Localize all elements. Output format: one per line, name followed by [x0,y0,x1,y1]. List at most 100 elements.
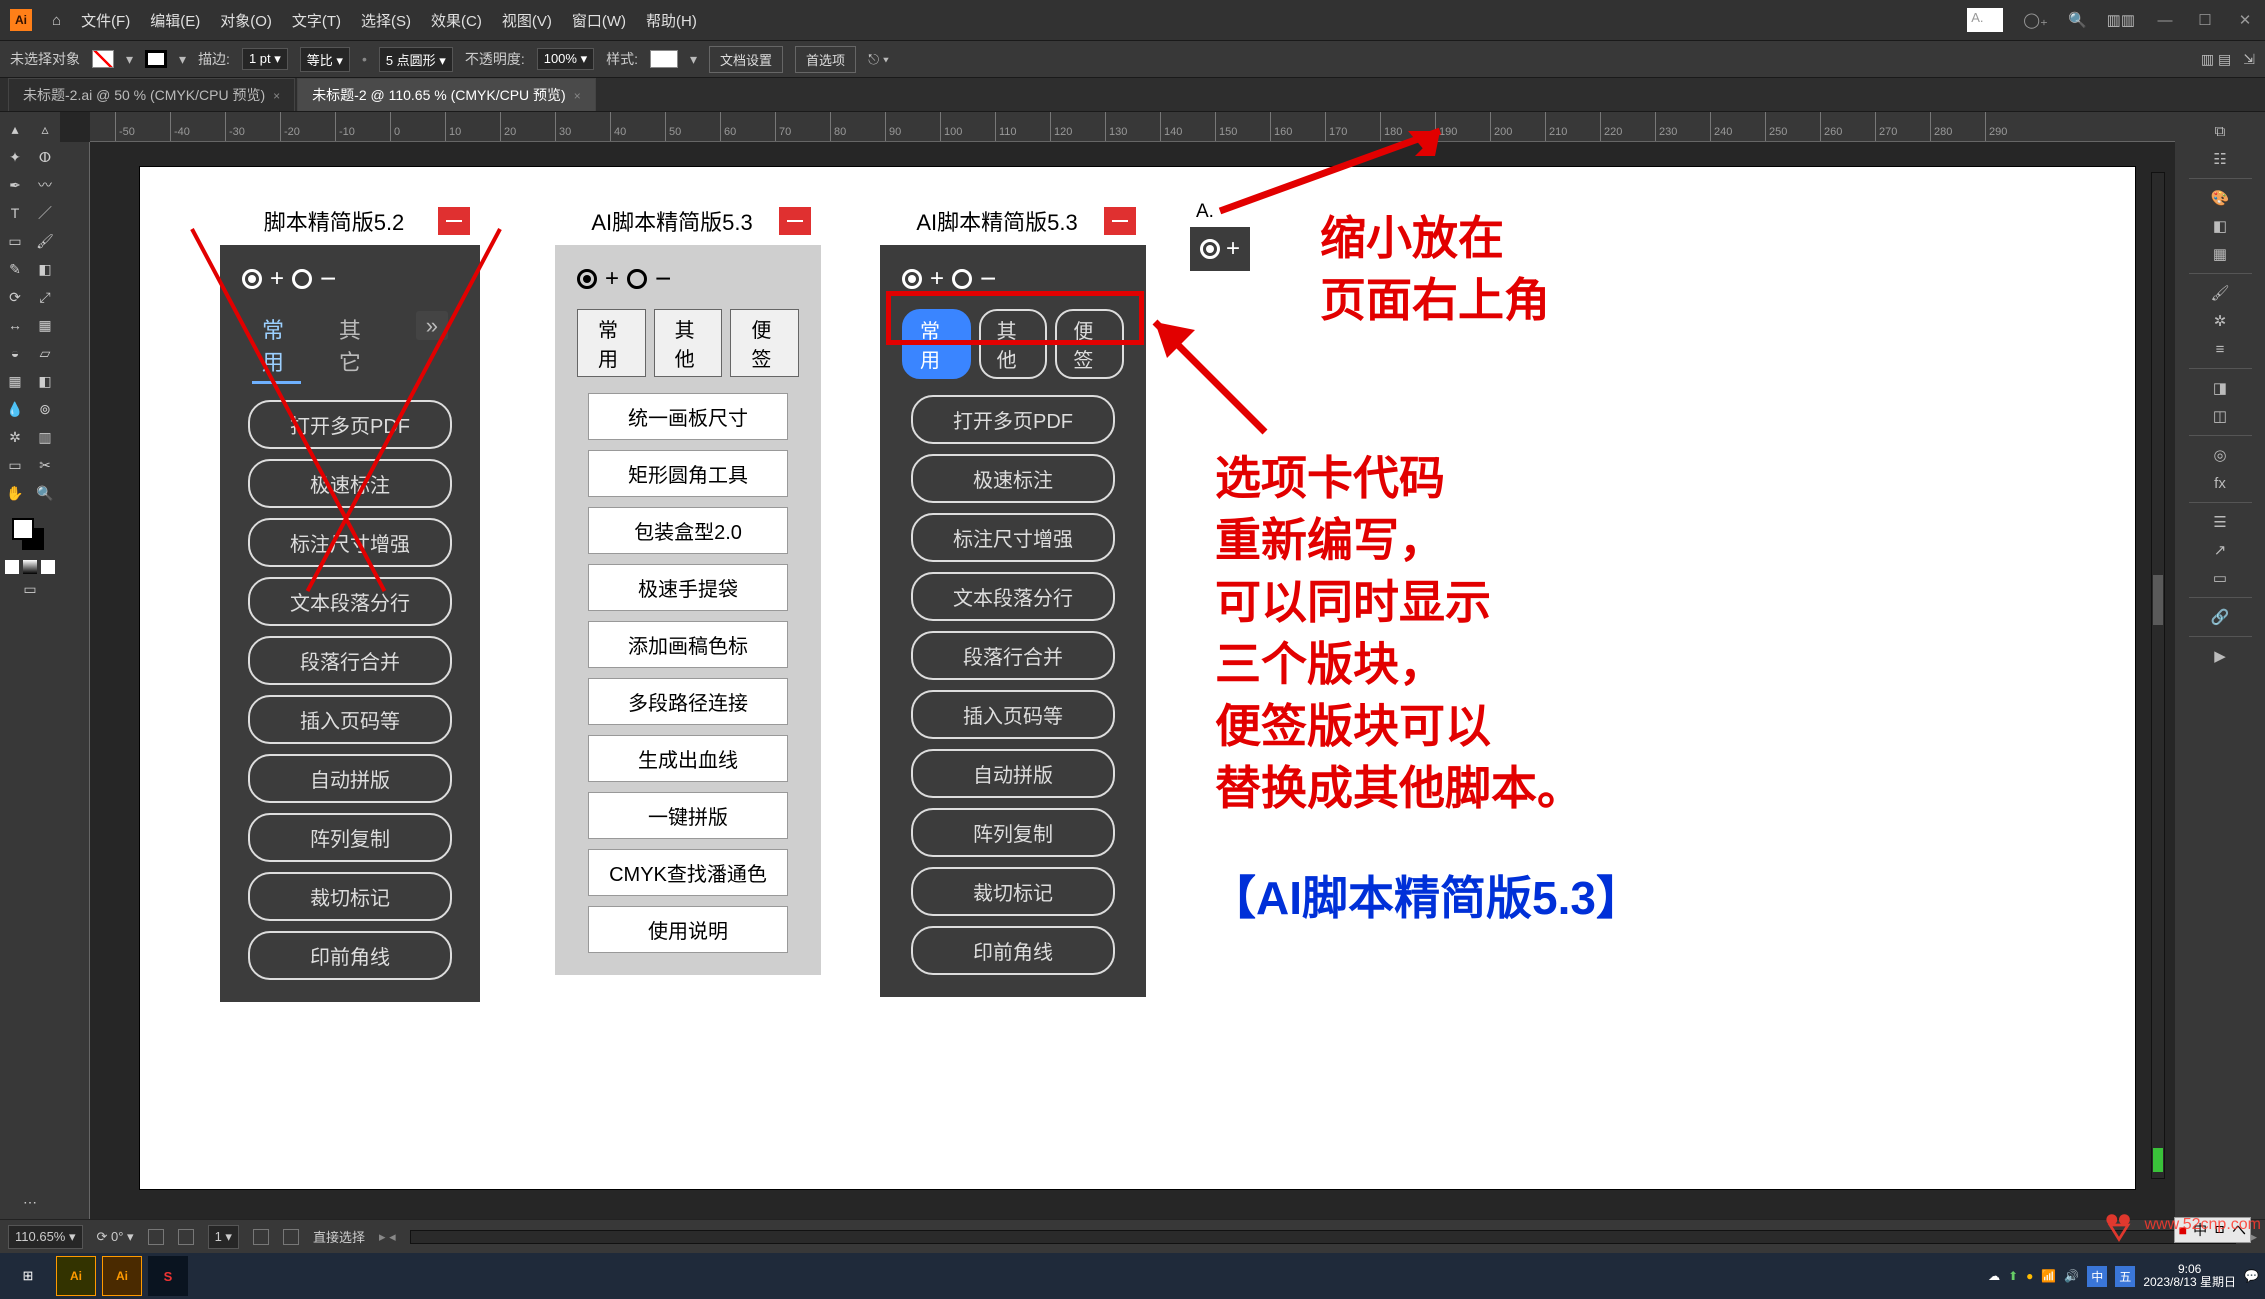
graph-tool-icon[interactable]: ▥ [32,424,58,450]
script-button[interactable]: 自动拼版 [248,754,452,803]
tab-doc-1[interactable]: 未标题-2.ai @ 50 % (CMYK/CPU 预览)× [8,78,295,111]
nav-next-icon[interactable] [253,1229,269,1245]
script-button[interactable]: 包装盒型2.0 [588,507,788,554]
direct-selection-tool-icon[interactable]: ▵ [32,116,58,142]
plus-icon[interactable]: + [270,265,284,293]
panel52-tab-common[interactable]: 常用 [252,309,301,384]
radio-icon[interactable] [627,269,647,289]
menu-select[interactable]: 选择(S) [361,10,411,31]
minimized-panel-dock[interactable]: A. [1967,8,2003,32]
panel53light-tab-other[interactable]: 其他 [654,309,723,377]
graphic-styles-icon[interactable]: fx [2206,470,2234,496]
screen-mode-icon[interactable]: ▭ [17,576,43,602]
prefs-button[interactable]: 首选项 [795,46,856,73]
blend-tool-icon[interactable]: ⊚ [32,396,58,422]
plus-icon[interactable]: + [1226,235,1240,263]
window-minimize[interactable]: — [2155,12,2175,29]
shaper-tool-icon[interactable]: ✎ [2,256,28,282]
menu-type[interactable]: 文字(T) [292,10,341,31]
plus-icon[interactable]: + [930,265,944,293]
tray-icon[interactable]: ● [2026,1269,2033,1283]
menu-edit[interactable]: 编辑(E) [150,10,200,31]
symbols-panel-icon[interactable]: ✲ [2206,308,2234,334]
brushes-panel-icon[interactable]: 🖌 [2206,280,2234,306]
minus-icon[interactable]: − [320,263,336,295]
minus-icon[interactable]: − [655,263,671,295]
stroke-swatch[interactable] [145,50,167,68]
script-button[interactable]: 极速手提袋 [588,564,788,611]
script-button[interactable]: 文本段落分行 [911,572,1115,621]
taskbar-app-ai-2[interactable]: Ai [102,1256,142,1296]
taskbar-clock[interactable]: 9:06 2023/8/13 星期日 [2143,1263,2236,1289]
slice-tool-icon[interactable]: ✂ [32,452,58,478]
style-dd-icon[interactable]: ▾ [690,51,697,68]
script-button[interactable]: 使用说明 [588,906,788,953]
script-button[interactable]: 矩形圆角工具 [588,450,788,497]
shape-builder-icon[interactable]: ◒ [2,340,28,366]
script-button[interactable]: 生成出血线 [588,735,788,782]
panel53light-tab-note[interactable]: 便签 [730,309,799,377]
line-tool-icon[interactable]: ／ [32,200,58,226]
close-button[interactable] [438,207,470,235]
curvature-tool-icon[interactable]: 〰 [32,172,58,198]
color-guide-icon[interactable]: ◧ [2206,213,2234,239]
tray-volume-icon[interactable]: 🔊 [2064,1269,2079,1283]
lasso-icon[interactable]: ⵀ [32,144,58,170]
nav-last-icon[interactable] [283,1229,299,1245]
radio-selected-icon[interactable] [577,269,597,289]
script-button[interactable]: 自动拼版 [911,749,1115,798]
script-button[interactable]: 标注尺寸增强 [911,513,1115,562]
align-icon[interactable]: ⎋ ▾ [868,51,889,68]
script-button[interactable]: 文本段落分行 [248,577,452,626]
stroke-dropdown-icon[interactable]: ▾ [179,51,186,68]
window-close[interactable]: ✕ [2235,11,2255,29]
script-button[interactable]: 段落行合并 [911,631,1115,680]
script-button[interactable]: 裁切标记 [248,872,452,921]
symbol-sprayer-icon[interactable]: ✲ [2,424,28,450]
menu-help[interactable]: 帮助(H) [646,10,697,31]
panel53light-tab-common[interactable]: 常用 [577,309,646,377]
color-mode-icon[interactable] [5,560,19,574]
menu-view[interactable]: 视图(V) [502,10,552,31]
brush-tool-icon[interactable]: 🖌 [32,228,58,254]
free-transform-icon[interactable]: ▦ [32,312,58,338]
script-button[interactable]: 印前角线 [911,926,1115,975]
script-button[interactable]: 统一画板尺寸 [588,393,788,440]
play-icon[interactable]: ▶ [2206,643,2234,669]
gradient-panel-icon[interactable]: ◨ [2206,375,2234,401]
tray-icon[interactable]: ☁ [1988,1269,2000,1283]
scale-tool-icon[interactable]: ⤢ [32,284,58,310]
zoom-field[interactable]: 110.65% ▾ [8,1225,83,1249]
close-button[interactable] [779,207,811,235]
panel-arrange-icon[interactable]: ▥ ▤ [2201,51,2231,68]
edit-toolbar-icon[interactable]: ⋯ [17,1189,43,1215]
nav-first-icon[interactable] [148,1229,164,1245]
script-button[interactable]: 一键拼版 [588,792,788,839]
menu-effect[interactable]: 效果(C) [431,10,482,31]
brush-profile[interactable]: 5 点圆形 ▾ [379,47,453,72]
home-icon[interactable]: ⌂ [52,12,61,29]
zoom-tool-icon[interactable]: 🔍 [32,480,58,506]
width-tool-icon[interactable]: ↔ [2,312,28,338]
script-button[interactable]: 极速标注 [911,454,1115,503]
close-button[interactable] [1104,207,1136,235]
search-icon[interactable]: 🔍 [2068,11,2087,29]
canvas[interactable]: -60-50-40-30-20-100102030405060708090100… [60,112,2175,1219]
script-button[interactable]: 插入页码等 [911,690,1115,739]
perspective-icon[interactable]: ▱ [32,340,58,366]
hand-tool-icon[interactable]: ✋ [2,480,28,506]
stroke-weight-field[interactable]: 1 pt ▾ [242,48,288,70]
plus-icon[interactable]: + [605,265,619,293]
fill-swatch[interactable] [92,50,114,68]
layers-panel-icon[interactable]: ☰ [2206,509,2234,535]
appearance-panel-icon[interactable]: ◎ [2206,442,2234,468]
vertical-scrollbar[interactable] [2151,172,2165,1179]
none-mode-icon[interactable] [41,560,55,574]
eraser-tool-icon[interactable]: ◧ [32,256,58,282]
notifications-icon[interactable]: 💬 [2244,1269,2259,1283]
style-swatch[interactable] [650,50,678,68]
script-button[interactable]: 印前角线 [248,931,452,980]
rotate-tool-icon[interactable]: ⟳ [2,284,28,310]
artboard-tool-icon[interactable]: ▭ [2,452,28,478]
fill-stroke-control[interactable] [12,518,48,554]
